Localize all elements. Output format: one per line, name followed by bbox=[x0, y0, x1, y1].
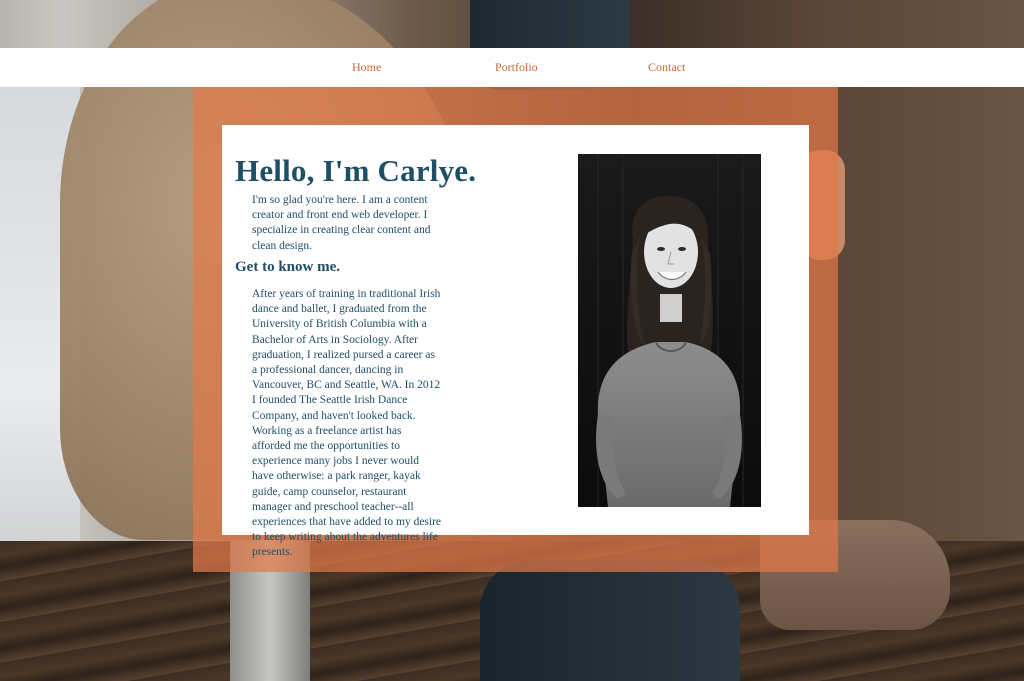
nav-portfolio-link[interactable]: Portfolio bbox=[495, 60, 538, 75]
about-text: After years of training in traditional I… bbox=[252, 288, 442, 559]
about-heading: Get to know me. bbox=[235, 259, 340, 275]
portrait-illustration bbox=[578, 154, 761, 507]
about-card: Hello, I'm Carlye. I'm so glad you're he… bbox=[222, 125, 809, 558]
top-navigation: Home Portfolio Contact bbox=[0, 48, 1024, 87]
nav-contact-link[interactable]: Contact bbox=[648, 60, 685, 75]
intro-text: I'm so glad you're here. I am a content … bbox=[252, 194, 431, 252]
background-jeans-bottom bbox=[480, 560, 740, 681]
portrait-photo bbox=[578, 154, 761, 507]
nav-home-link[interactable]: Home bbox=[352, 60, 381, 75]
page-title: Hello, I'm Carlye. bbox=[235, 153, 477, 188]
